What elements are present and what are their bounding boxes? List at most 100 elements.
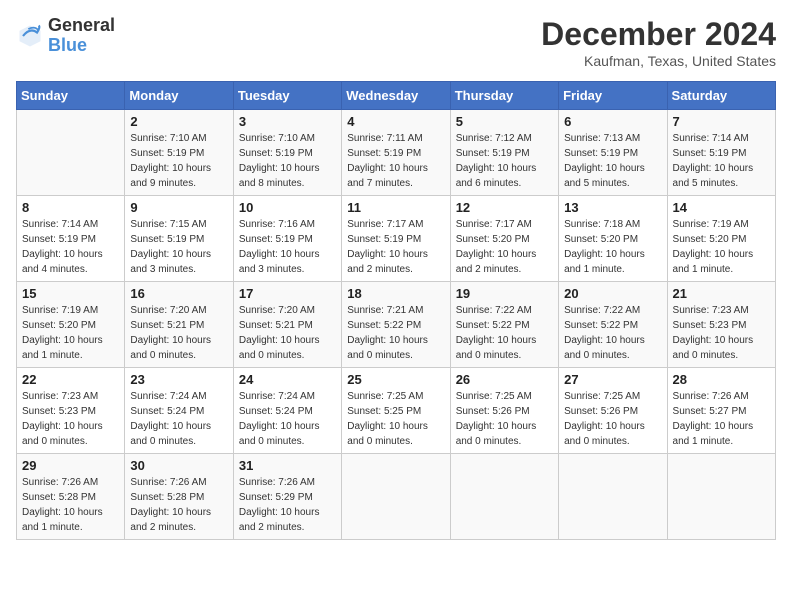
day-number: 26 bbox=[456, 372, 553, 387]
header-thursday: Thursday bbox=[450, 82, 558, 110]
calendar-week-row: 2 Sunrise: 7:10 AM Sunset: 5:19 PM Dayli… bbox=[17, 110, 776, 196]
day-info: Sunrise: 7:13 AM Sunset: 5:19 PM Dayligh… bbox=[564, 131, 661, 191]
day-number: 9 bbox=[130, 200, 227, 215]
day-info: Sunrise: 7:14 AM Sunset: 5:19 PM Dayligh… bbox=[22, 217, 119, 277]
calendar-week-row: 29 Sunrise: 7:26 AM Sunset: 5:28 PM Dayl… bbox=[17, 454, 776, 540]
day-info: Sunrise: 7:22 AM Sunset: 5:22 PM Dayligh… bbox=[564, 303, 661, 363]
day-info: Sunrise: 7:17 AM Sunset: 5:19 PM Dayligh… bbox=[347, 217, 444, 277]
day-info: Sunrise: 7:10 AM Sunset: 5:19 PM Dayligh… bbox=[130, 131, 227, 191]
logo-icon bbox=[16, 22, 44, 50]
header-monday: Monday bbox=[125, 82, 233, 110]
day-number: 19 bbox=[456, 286, 553, 301]
calendar-day-cell: 7 Sunrise: 7:14 AM Sunset: 5:19 PM Dayli… bbox=[667, 110, 775, 196]
day-number: 21 bbox=[673, 286, 770, 301]
day-number: 7 bbox=[673, 114, 770, 129]
day-info: Sunrise: 7:19 AM Sunset: 5:20 PM Dayligh… bbox=[673, 217, 770, 277]
calendar-day-cell: 11 Sunrise: 7:17 AM Sunset: 5:19 PM Dayl… bbox=[342, 196, 450, 282]
calendar-day-cell: 5 Sunrise: 7:12 AM Sunset: 5:19 PM Dayli… bbox=[450, 110, 558, 196]
header-wednesday: Wednesday bbox=[342, 82, 450, 110]
day-info: Sunrise: 7:14 AM Sunset: 5:19 PM Dayligh… bbox=[673, 131, 770, 191]
day-info: Sunrise: 7:25 AM Sunset: 5:26 PM Dayligh… bbox=[564, 389, 661, 449]
calendar-day-cell: 29 Sunrise: 7:26 AM Sunset: 5:28 PM Dayl… bbox=[17, 454, 125, 540]
day-number: 22 bbox=[22, 372, 119, 387]
calendar-day-cell: 2 Sunrise: 7:10 AM Sunset: 5:19 PM Dayli… bbox=[125, 110, 233, 196]
calendar-day-cell: 26 Sunrise: 7:25 AM Sunset: 5:26 PM Dayl… bbox=[450, 368, 558, 454]
logo-text: General Blue bbox=[48, 16, 115, 56]
day-number: 20 bbox=[564, 286, 661, 301]
header-saturday: Saturday bbox=[667, 82, 775, 110]
day-info: Sunrise: 7:17 AM Sunset: 5:20 PM Dayligh… bbox=[456, 217, 553, 277]
calendar-day-cell bbox=[559, 454, 667, 540]
calendar-day-cell bbox=[667, 454, 775, 540]
calendar-day-cell bbox=[450, 454, 558, 540]
day-info: Sunrise: 7:22 AM Sunset: 5:22 PM Dayligh… bbox=[456, 303, 553, 363]
calendar-day-cell: 15 Sunrise: 7:19 AM Sunset: 5:20 PM Dayl… bbox=[17, 282, 125, 368]
day-info: Sunrise: 7:26 AM Sunset: 5:27 PM Dayligh… bbox=[673, 389, 770, 449]
day-number: 3 bbox=[239, 114, 336, 129]
calendar-day-cell bbox=[17, 110, 125, 196]
day-info: Sunrise: 7:16 AM Sunset: 5:19 PM Dayligh… bbox=[239, 217, 336, 277]
day-info: Sunrise: 7:20 AM Sunset: 5:21 PM Dayligh… bbox=[130, 303, 227, 363]
calendar-table: Sunday Monday Tuesday Wednesday Thursday… bbox=[16, 81, 776, 540]
day-number: 15 bbox=[22, 286, 119, 301]
header-tuesday: Tuesday bbox=[233, 82, 341, 110]
day-info: Sunrise: 7:21 AM Sunset: 5:22 PM Dayligh… bbox=[347, 303, 444, 363]
day-number: 18 bbox=[347, 286, 444, 301]
day-info: Sunrise: 7:24 AM Sunset: 5:24 PM Dayligh… bbox=[130, 389, 227, 449]
day-number: 17 bbox=[239, 286, 336, 301]
calendar-day-cell: 31 Sunrise: 7:26 AM Sunset: 5:29 PM Dayl… bbox=[233, 454, 341, 540]
day-number: 10 bbox=[239, 200, 336, 215]
title-block: December 2024 Kaufman, Texas, United Sta… bbox=[541, 16, 776, 69]
day-info: Sunrise: 7:23 AM Sunset: 5:23 PM Dayligh… bbox=[22, 389, 119, 449]
day-number: 5 bbox=[456, 114, 553, 129]
calendar-day-cell: 22 Sunrise: 7:23 AM Sunset: 5:23 PM Dayl… bbox=[17, 368, 125, 454]
calendar-day-cell: 16 Sunrise: 7:20 AM Sunset: 5:21 PM Dayl… bbox=[125, 282, 233, 368]
day-info: Sunrise: 7:26 AM Sunset: 5:28 PM Dayligh… bbox=[22, 475, 119, 535]
calendar-body: 2 Sunrise: 7:10 AM Sunset: 5:19 PM Dayli… bbox=[17, 110, 776, 540]
day-info: Sunrise: 7:18 AM Sunset: 5:20 PM Dayligh… bbox=[564, 217, 661, 277]
day-info: Sunrise: 7:25 AM Sunset: 5:25 PM Dayligh… bbox=[347, 389, 444, 449]
day-number: 25 bbox=[347, 372, 444, 387]
day-number: 12 bbox=[456, 200, 553, 215]
day-info: Sunrise: 7:24 AM Sunset: 5:24 PM Dayligh… bbox=[239, 389, 336, 449]
day-info: Sunrise: 7:26 AM Sunset: 5:28 PM Dayligh… bbox=[130, 475, 227, 535]
day-number: 27 bbox=[564, 372, 661, 387]
header: General Blue December 2024 Kaufman, Texa… bbox=[16, 16, 776, 69]
calendar-day-cell: 4 Sunrise: 7:11 AM Sunset: 5:19 PM Dayli… bbox=[342, 110, 450, 196]
day-info: Sunrise: 7:23 AM Sunset: 5:23 PM Dayligh… bbox=[673, 303, 770, 363]
day-info: Sunrise: 7:19 AM Sunset: 5:20 PM Dayligh… bbox=[22, 303, 119, 363]
day-number: 4 bbox=[347, 114, 444, 129]
day-number: 13 bbox=[564, 200, 661, 215]
calendar-day-cell: 17 Sunrise: 7:20 AM Sunset: 5:21 PM Dayl… bbox=[233, 282, 341, 368]
calendar-day-cell: 24 Sunrise: 7:24 AM Sunset: 5:24 PM Dayl… bbox=[233, 368, 341, 454]
day-number: 28 bbox=[673, 372, 770, 387]
calendar-subtitle: Kaufman, Texas, United States bbox=[541, 53, 776, 69]
logo: General Blue bbox=[16, 16, 115, 56]
header-friday: Friday bbox=[559, 82, 667, 110]
calendar-day-cell: 19 Sunrise: 7:22 AM Sunset: 5:22 PM Dayl… bbox=[450, 282, 558, 368]
calendar-day-cell: 18 Sunrise: 7:21 AM Sunset: 5:22 PM Dayl… bbox=[342, 282, 450, 368]
day-info: Sunrise: 7:15 AM Sunset: 5:19 PM Dayligh… bbox=[130, 217, 227, 277]
calendar-day-cell: 28 Sunrise: 7:26 AM Sunset: 5:27 PM Dayl… bbox=[667, 368, 775, 454]
day-info: Sunrise: 7:12 AM Sunset: 5:19 PM Dayligh… bbox=[456, 131, 553, 191]
day-number: 11 bbox=[347, 200, 444, 215]
day-number: 24 bbox=[239, 372, 336, 387]
calendar-day-cell: 6 Sunrise: 7:13 AM Sunset: 5:19 PM Dayli… bbox=[559, 110, 667, 196]
calendar-week-row: 8 Sunrise: 7:14 AM Sunset: 5:19 PM Dayli… bbox=[17, 196, 776, 282]
day-number: 2 bbox=[130, 114, 227, 129]
calendar-day-cell bbox=[342, 454, 450, 540]
calendar-day-cell: 21 Sunrise: 7:23 AM Sunset: 5:23 PM Dayl… bbox=[667, 282, 775, 368]
calendar-day-cell: 30 Sunrise: 7:26 AM Sunset: 5:28 PM Dayl… bbox=[125, 454, 233, 540]
calendar-header-row: Sunday Monday Tuesday Wednesday Thursday… bbox=[17, 82, 776, 110]
day-info: Sunrise: 7:20 AM Sunset: 5:21 PM Dayligh… bbox=[239, 303, 336, 363]
calendar-week-row: 22 Sunrise: 7:23 AM Sunset: 5:23 PM Dayl… bbox=[17, 368, 776, 454]
calendar-day-cell: 10 Sunrise: 7:16 AM Sunset: 5:19 PM Dayl… bbox=[233, 196, 341, 282]
calendar-day-cell: 3 Sunrise: 7:10 AM Sunset: 5:19 PM Dayli… bbox=[233, 110, 341, 196]
day-info: Sunrise: 7:10 AM Sunset: 5:19 PM Dayligh… bbox=[239, 131, 336, 191]
calendar-week-row: 15 Sunrise: 7:19 AM Sunset: 5:20 PM Dayl… bbox=[17, 282, 776, 368]
calendar-title: December 2024 bbox=[541, 16, 776, 53]
header-sunday: Sunday bbox=[17, 82, 125, 110]
day-number: 6 bbox=[564, 114, 661, 129]
calendar-day-cell: 12 Sunrise: 7:17 AM Sunset: 5:20 PM Dayl… bbox=[450, 196, 558, 282]
day-info: Sunrise: 7:26 AM Sunset: 5:29 PM Dayligh… bbox=[239, 475, 336, 535]
